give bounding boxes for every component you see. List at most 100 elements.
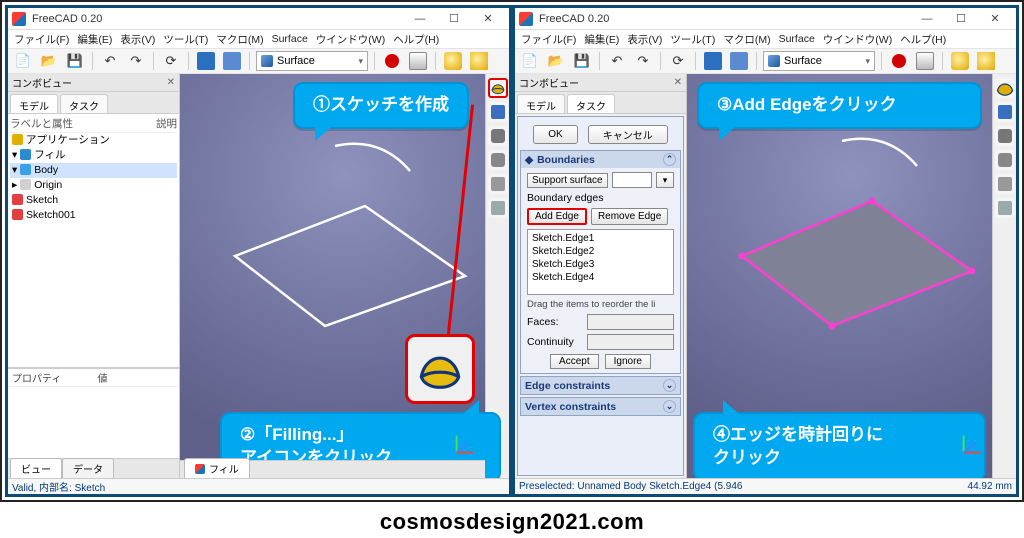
menu-edit[interactable]: 編集(E) <box>77 32 112 47</box>
tab-task[interactable]: タスク <box>567 94 615 113</box>
list-item[interactable]: Sketch.Edge1 <box>532 232 669 245</box>
menu-surface[interactable]: Surface <box>272 33 308 45</box>
workbench-selector[interactable]: Surface ▾ <box>256 51 368 71</box>
maximize-button[interactable]: ☐ <box>944 9 978 29</box>
menu-edit[interactable]: 編集(E) <box>584 32 619 47</box>
surface-tool-2-icon[interactable] <box>995 102 1015 122</box>
edge-constraints-section[interactable]: Edge constraints⌄ <box>520 376 681 395</box>
surface-tool-5-icon[interactable] <box>995 174 1015 194</box>
undo-icon[interactable]: ↶ <box>99 50 121 72</box>
task-cancel-button[interactable]: キャンセル <box>588 125 668 144</box>
list-item[interactable]: Sketch.Edge3 <box>532 258 669 271</box>
list-item[interactable]: Sketch.Edge4 <box>532 271 669 284</box>
menu-help[interactable]: ヘルプ(H) <box>393 32 439 47</box>
maximize-button[interactable]: ☐ <box>437 9 471 29</box>
remove-edge-button[interactable]: Remove Edge <box>591 208 668 225</box>
refresh-icon[interactable]: ⟳ <box>667 50 689 72</box>
add-edge-button[interactable]: Add Edge <box>527 208 587 225</box>
task-ok-button[interactable]: OK <box>533 125 577 144</box>
save-file-icon[interactable]: 💾 <box>64 50 86 72</box>
redo-icon[interactable]: ↷ <box>632 50 654 72</box>
panel-title-label: コンボビュー <box>12 75 72 90</box>
workbench-selector[interactable]: Surface ▾ <box>763 51 875 71</box>
close-button[interactable]: ✕ <box>471 9 505 29</box>
menu-view[interactable]: 表示(V) <box>627 32 662 47</box>
panel-close-icon[interactable]: ✕ <box>674 77 682 88</box>
menu-tools[interactable]: ツール(T) <box>670 32 715 47</box>
accept-button[interactable]: Accept <box>550 354 599 369</box>
save-file-icon[interactable]: 💾 <box>571 50 593 72</box>
link-group-icon[interactable] <box>728 50 750 72</box>
link-make-icon[interactable] <box>702 50 724 72</box>
surface-tool-4-icon[interactable] <box>488 150 508 170</box>
surface-tool-5-icon[interactable] <box>488 174 508 194</box>
tree-node-application[interactable]: アプリケーション <box>10 133 177 148</box>
tree-node-sketch[interactable]: Sketch <box>10 193 177 208</box>
menu-view[interactable]: 表示(V) <box>120 32 155 47</box>
menu-help[interactable]: ヘルプ(H) <box>900 32 946 47</box>
macro-record-icon[interactable] <box>888 50 910 72</box>
refresh-icon[interactable]: ⟳ <box>160 50 182 72</box>
surface-tool-2-icon[interactable] <box>488 102 508 122</box>
surface-tool-6-icon[interactable] <box>488 198 508 218</box>
menu-macro[interactable]: マクロ(M) <box>723 32 770 47</box>
edge-list[interactable]: Sketch.Edge1 Sketch.Edge2 Sketch.Edge3 S… <box>527 229 674 295</box>
continuity-field[interactable] <box>587 334 674 350</box>
filling-tool-icon[interactable] <box>995 78 1015 98</box>
link-group-icon[interactable] <box>221 50 243 72</box>
faces-field[interactable] <box>587 314 674 330</box>
new-file-icon[interactable]: 📄 <box>12 50 34 72</box>
document-tab[interactable]: フィル <box>184 458 250 478</box>
tree-node-sketch001[interactable]: Sketch001 <box>10 208 177 223</box>
minimize-button[interactable]: — <box>910 9 944 29</box>
surface-tool-6-icon[interactable] <box>995 198 1015 218</box>
close-button[interactable]: ✕ <box>978 9 1012 29</box>
tab-view[interactable]: ビュー <box>10 458 62 478</box>
undo-icon[interactable]: ↶ <box>606 50 628 72</box>
tab-data[interactable]: データ <box>62 458 114 478</box>
filling-tool-icon[interactable] <box>488 78 508 98</box>
surface-tool-3-icon[interactable] <box>995 126 1015 146</box>
link-make-icon[interactable] <box>195 50 217 72</box>
vertex-constraints-section[interactable]: Vertex constraints⌄ <box>520 397 681 416</box>
titlebar[interactable]: FreeCAD 0.20 — ☐ ✕ <box>8 8 509 30</box>
support-surface-button[interactable]: Support surface <box>527 173 608 188</box>
part-box-icon[interactable] <box>975 50 997 72</box>
menu-window[interactable]: ウインドウ(W) <box>823 32 892 47</box>
3d-viewport[interactable]: ③Add Edgeをクリック ④エッジを時計回りに クリック <box>687 74 1016 478</box>
new-file-icon[interactable]: 📄 <box>519 50 541 72</box>
ignore-button[interactable]: Ignore <box>605 354 651 369</box>
menu-surface[interactable]: Surface <box>779 33 815 45</box>
panel-close-icon[interactable]: ✕ <box>167 77 175 88</box>
3d-viewport[interactable]: ①スケッチを作成 ②「Filling...」 アイコンをクリック <box>180 74 509 478</box>
tree-node-body[interactable]: ▾ Body <box>10 163 177 178</box>
titlebar[interactable]: FreeCAD 0.20 — ☐ ✕ <box>515 8 1016 30</box>
part-primitives-icon[interactable] <box>949 50 971 72</box>
tab-task[interactable]: タスク <box>60 94 108 113</box>
list-item[interactable]: Sketch.Edge2 <box>532 245 669 258</box>
macro-list-icon[interactable] <box>407 50 429 72</box>
menu-macro[interactable]: マクロ(M) <box>216 32 263 47</box>
tree-node-origin[interactable]: ▸ Origin <box>10 178 177 193</box>
model-tree[interactable]: ラベルと属性 説明 アプリケーション ▾ フィル ▾ Body ▸ Origin… <box>8 114 179 368</box>
tree-node-fill[interactable]: ▾ フィル <box>10 148 177 163</box>
menu-window[interactable]: ウインドウ(W) <box>316 32 385 47</box>
surface-tool-3-icon[interactable] <box>488 126 508 146</box>
macro-list-icon[interactable] <box>914 50 936 72</box>
macro-record-icon[interactable] <box>381 50 403 72</box>
clear-field-button[interactable]: ▾ <box>656 172 674 188</box>
tab-model[interactable]: モデル <box>517 94 565 113</box>
menu-file[interactable]: ファイル(F) <box>14 32 69 47</box>
menu-file[interactable]: ファイル(F) <box>521 32 576 47</box>
part-box-icon[interactable] <box>468 50 490 72</box>
minimize-button[interactable]: — <box>403 9 437 29</box>
part-primitives-icon[interactable] <box>442 50 464 72</box>
redo-icon[interactable]: ↷ <box>125 50 147 72</box>
open-file-icon[interactable]: 📂 <box>38 50 60 72</box>
menu-tools[interactable]: ツール(T) <box>163 32 208 47</box>
tab-model[interactable]: モデル <box>10 94 58 113</box>
collapse-icon[interactable]: ⌃ <box>663 153 676 166</box>
surface-tool-4-icon[interactable] <box>995 150 1015 170</box>
support-surface-field[interactable] <box>612 172 652 188</box>
open-file-icon[interactable]: 📂 <box>545 50 567 72</box>
